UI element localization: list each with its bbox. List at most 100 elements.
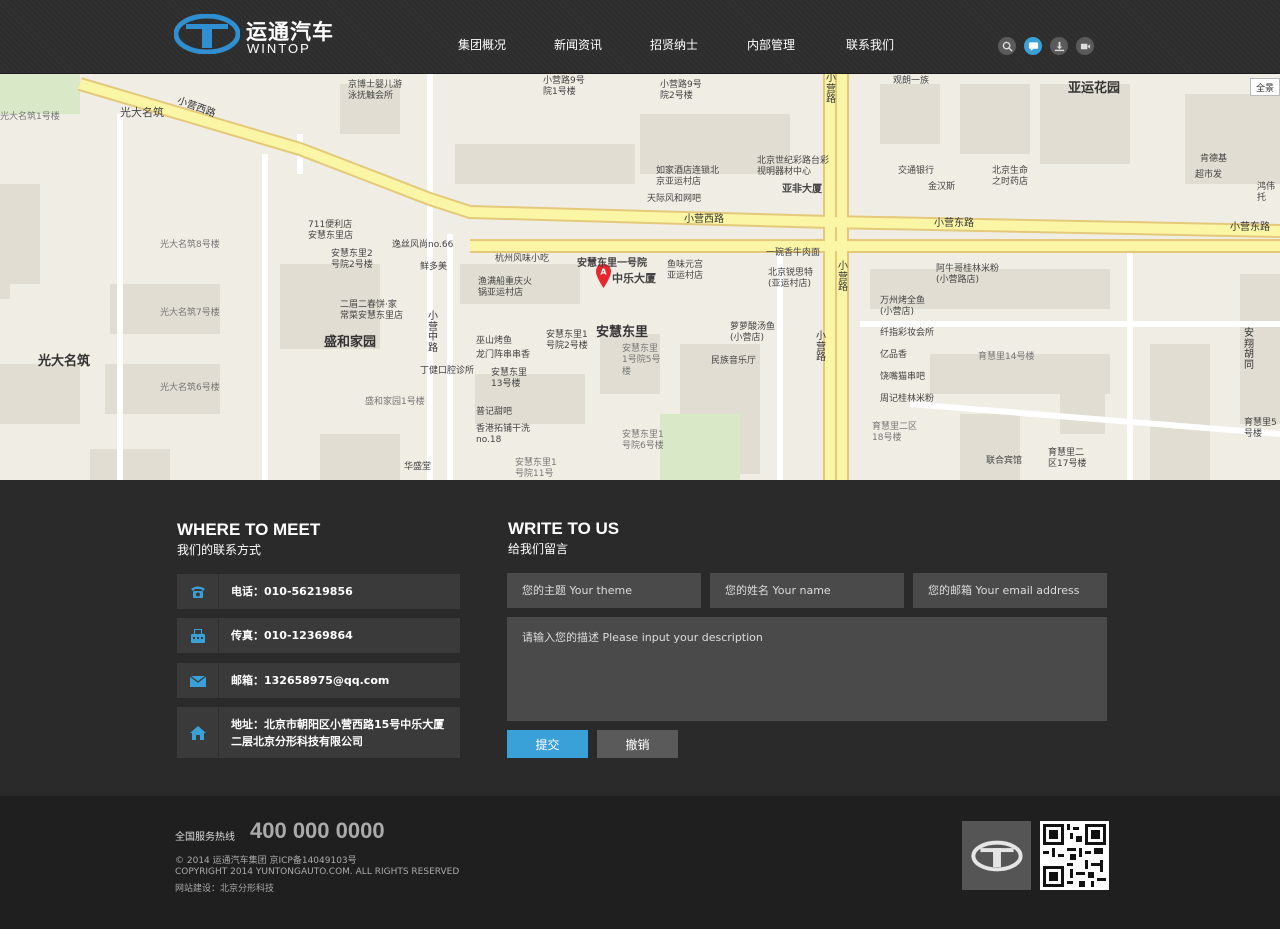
nav-item-news[interactable]: 新闻资讯 bbox=[554, 36, 602, 53]
poi-label: 盛和家园1号楼 bbox=[365, 397, 425, 407]
search-icon[interactable] bbox=[998, 37, 1016, 55]
nav-item-contact[interactable]: 联系我们 bbox=[846, 36, 894, 53]
poi-label: 北京世纪彩路台彩视明器材中心 bbox=[757, 156, 830, 178]
poi-label: 丁健口腔诊所 bbox=[420, 366, 475, 376]
poi-label: 育慧里二区18号楼 bbox=[872, 422, 918, 444]
poi-label: 小营路9号院1号楼 bbox=[543, 76, 585, 98]
phone-row: 电话：010-56219856 bbox=[177, 574, 460, 609]
fax-text: 传真：010-12369864 bbox=[231, 629, 353, 642]
copyright-en: COPYRIGHT 2014 YUNTONGAUTO.COM. ALL RIGH… bbox=[175, 867, 460, 877]
poi-label: 安慧东里1号院11号楼 bbox=[515, 458, 557, 480]
road-label: 小营中路 bbox=[428, 311, 438, 354]
poi-label: 肯德基 bbox=[1200, 154, 1228, 164]
poi-label: 萝萝酸汤鱼(小营店) bbox=[730, 322, 776, 344]
poi-label: 观朗一族 bbox=[893, 76, 930, 86]
poi-label: 育慧里二区17号楼 bbox=[1048, 448, 1087, 470]
poi-label: 逸丝风尚no.66 bbox=[392, 240, 454, 250]
nav-item-internal[interactable]: 内部管理 bbox=[747, 36, 795, 53]
poi-label: 阿牛哥桂林米粉(小营路店) bbox=[936, 264, 1000, 286]
poi-label: 杭州风味小吃 bbox=[495, 254, 550, 264]
poi-label: 育慧里5号楼 bbox=[1244, 418, 1277, 440]
road-label: 小营路 bbox=[838, 261, 848, 293]
poi-label: 光大名筑8号楼 bbox=[160, 240, 220, 250]
map-label: 盛和家园 bbox=[324, 335, 377, 350]
cancel-button[interactable]: 撤销 bbox=[597, 730, 678, 758]
poi-label: 育慧里14号楼 bbox=[978, 352, 1035, 362]
map-label: 安慧东里 bbox=[596, 325, 649, 340]
write-to-us-subtitle: 给我们留言 bbox=[508, 542, 569, 556]
poi-label: 二眉二春饼·家常菜安慧东里店 bbox=[340, 300, 404, 322]
poi-label: 安慧东里13号楼 bbox=[491, 368, 528, 390]
where-to-meet-title: WHERE TO MEET bbox=[177, 520, 321, 539]
road-label: 小营东路 bbox=[934, 218, 974, 229]
qr-code bbox=[1040, 821, 1109, 890]
poi-label: 万州烤全鱼(小营店) bbox=[880, 296, 926, 318]
poi-label: 超市发 bbox=[1195, 170, 1223, 180]
poi-label: 周记桂林米粉 bbox=[880, 394, 935, 404]
video-icon[interactable] bbox=[1076, 37, 1094, 55]
hotline-label: 全国服务热线 bbox=[175, 832, 235, 843]
road-label: 小营东路 bbox=[1230, 222, 1270, 233]
road-label: 小营路 bbox=[816, 331, 826, 363]
road-label: 小营西路 bbox=[684, 214, 724, 225]
poi-label: 如家酒店连锁北京亚运村店 bbox=[656, 166, 720, 188]
description-textarea[interactable] bbox=[507, 617, 1107, 721]
poi-label: 民族音乐厅 bbox=[711, 356, 757, 366]
poi-label: 普记甜吧 bbox=[476, 407, 513, 417]
poi-label: 鲜多美 bbox=[420, 262, 448, 272]
phone-text: 电话：010-56219856 bbox=[231, 585, 353, 598]
email-text: 邮箱：132658975@qq.com bbox=[231, 674, 390, 687]
wintop-logo-icon bbox=[970, 840, 1023, 871]
submit-button[interactable]: 提交 bbox=[507, 730, 588, 758]
footer-logo[interactable] bbox=[962, 821, 1031, 890]
poi-label: 711便利店安慧东里店 bbox=[308, 220, 354, 242]
poi-label: 金汉斯 bbox=[928, 182, 956, 192]
map-label: 亚运花园 bbox=[1068, 81, 1121, 96]
poi-label: 鱼味元宫亚运村店 bbox=[667, 260, 704, 282]
road-label: 安翔胡同 bbox=[1244, 328, 1254, 371]
map-label: 光大名筑 bbox=[38, 354, 91, 369]
location-map[interactable]: 全景 A 光大名筑 光大名筑 盛和家园 安慧东里 亚运花园 亚非大厦 中乐大厦 … bbox=[0, 74, 1280, 480]
map-label: 亚非大厦 bbox=[782, 184, 822, 195]
nav-item-about[interactable]: 集团概况 bbox=[458, 36, 506, 53]
name-input[interactable] bbox=[710, 573, 904, 608]
poi-label: 龙门阵串串香 bbox=[476, 350, 531, 360]
download-icon[interactable] bbox=[1050, 37, 1068, 55]
poi-label: 亿品香 bbox=[880, 350, 908, 360]
fullscreen-button[interactable]: 全景 bbox=[1250, 78, 1280, 96]
poi-label: 香港拓铺干洗no.18 bbox=[476, 424, 531, 446]
poi-label: 安慧东里1号院6号楼 bbox=[622, 430, 664, 452]
theme-input[interactable] bbox=[507, 573, 701, 608]
nav-item-careers[interactable]: 招贤纳士 bbox=[650, 36, 698, 53]
poi-label: 交通银行 bbox=[898, 166, 935, 176]
email-row: 邮箱：132658975@qq.com bbox=[177, 663, 460, 698]
map-label: 中乐大厦 bbox=[612, 272, 656, 285]
poi-label: 天际风和网吧 bbox=[647, 194, 702, 204]
poi-label: 京博士婴儿游泳抚触会所 bbox=[348, 80, 403, 102]
map-label: 光大名筑 bbox=[120, 106, 164, 119]
poi-label: 巫山烤鱼 bbox=[476, 336, 513, 346]
poi-label: 华盛堂 bbox=[404, 462, 432, 472]
poi-label: 光大名筑6号楼 bbox=[160, 383, 220, 393]
fax-row: 传真：010-12369864 bbox=[177, 618, 460, 653]
qr-code-icon bbox=[1043, 824, 1106, 887]
phone-icon bbox=[177, 574, 219, 609]
write-to-us-title: WRITE TO US bbox=[508, 519, 620, 538]
email-input[interactable] bbox=[913, 573, 1107, 608]
poi-label: 光大名筑7号楼 bbox=[160, 308, 220, 318]
poi-label: 安慧东里2号院2号楼 bbox=[331, 249, 373, 271]
poi-label: 纤指彩妆会所 bbox=[880, 328, 935, 338]
poi-label: 联合宾馆 bbox=[986, 456, 1023, 466]
hotline-number: 400 000 0000 bbox=[250, 818, 385, 843]
envelope-icon bbox=[177, 663, 219, 698]
poi-label: 鸿伟托 bbox=[1257, 182, 1276, 204]
site-header: 运通汽车 WINTOP 集团概况 新闻资讯 招贤纳士 内部管理 联系我们 bbox=[0, 0, 1280, 74]
poi-label: 安慧东里1号院2号楼 bbox=[546, 330, 588, 352]
fax-icon bbox=[177, 618, 219, 653]
message-icon[interactable] bbox=[1024, 37, 1042, 55]
address-row: 地址：北京市朝阳区小营西路15号中乐大厦二层北京分形科技有限公司 bbox=[177, 707, 460, 758]
poi-label: 安慧东里1号院5号楼 bbox=[622, 344, 661, 377]
poi-label: 光大名筑1号楼 bbox=[0, 112, 60, 122]
copyright-cn: © 2014 运通汽车集团 京ICP备14049103号 bbox=[175, 856, 357, 866]
site-builder: 网站建设：北京分形科技 bbox=[175, 884, 275, 894]
